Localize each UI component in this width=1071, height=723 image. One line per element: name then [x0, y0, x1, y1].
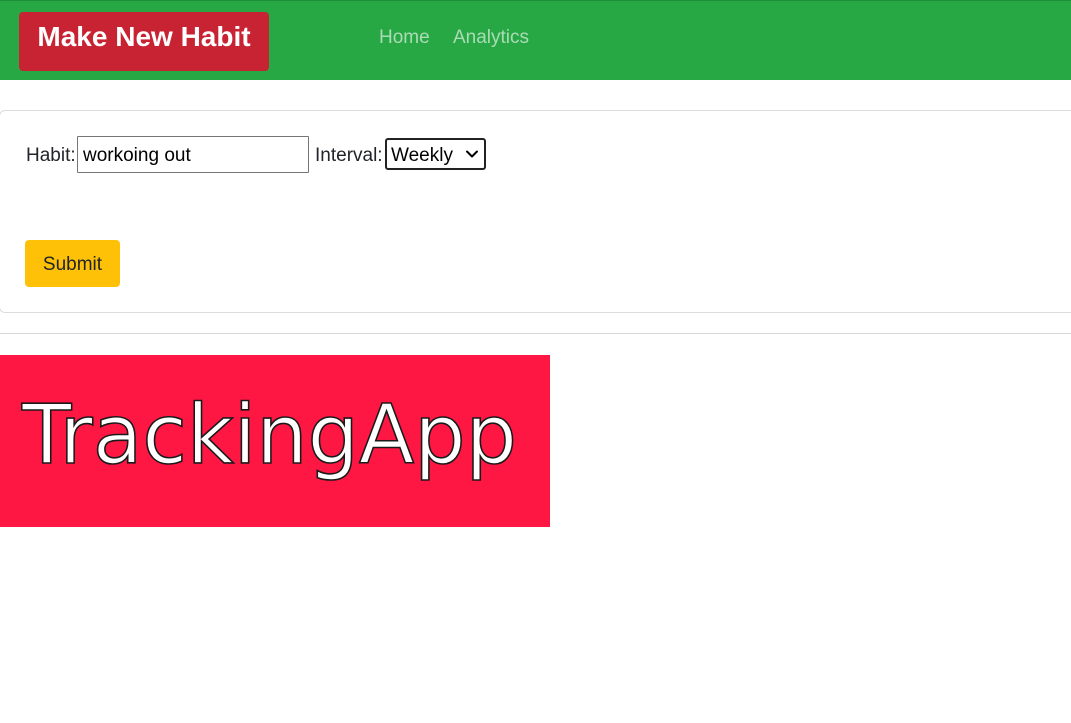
- habit-input[interactable]: [77, 136, 309, 173]
- submit-button[interactable]: Submit: [25, 240, 120, 287]
- habit-label: Habit:: [26, 145, 76, 166]
- interval-selected-value: Weekly: [391, 145, 453, 166]
- chevron-down-icon: [464, 146, 480, 162]
- interval-select[interactable]: Weekly: [385, 138, 486, 170]
- section-divider: [0, 333, 1071, 334]
- top-navbar: Make New Habit Home Analytics: [0, 0, 1071, 80]
- nav-link-analytics[interactable]: Analytics: [453, 25, 529, 51]
- logo-text: TrackingApp: [21, 388, 517, 483]
- interval-label: Interval:: [315, 145, 383, 166]
- nav-link-home[interactable]: Home: [379, 25, 430, 51]
- trackingapp-logo: TrackingApp: [0, 355, 550, 527]
- brand-button[interactable]: Make New Habit: [19, 12, 269, 71]
